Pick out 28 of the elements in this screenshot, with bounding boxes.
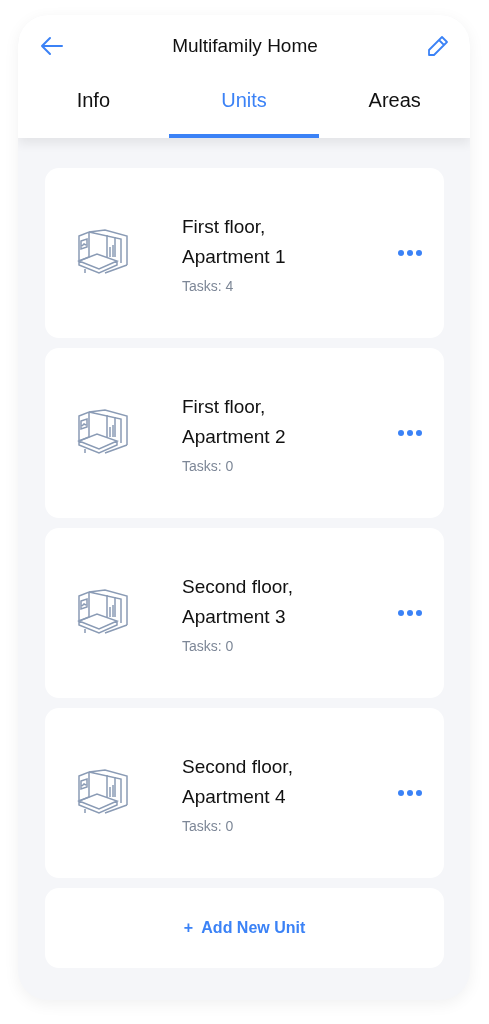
- more-icon: [398, 610, 422, 616]
- task-count: Tasks: 0: [182, 458, 235, 474]
- tab[interactable]: Units: [168, 77, 320, 138]
- unit-name: First floor, Apartment 1: [182, 215, 287, 269]
- unit-card[interactable]: Second floor, Apartment 3 Tasks: 0: [45, 528, 444, 698]
- more-icon: [398, 250, 422, 256]
- more-button[interactable]: [396, 608, 424, 618]
- tab[interactable]: Info: [18, 77, 169, 138]
- task-count: Tasks: 0: [182, 818, 235, 834]
- pencil-icon: [426, 34, 450, 58]
- unit-name: Second floor, Apartment 3: [182, 575, 294, 629]
- more-button[interactable]: [396, 428, 424, 438]
- more-button[interactable]: [396, 248, 424, 258]
- unit-name: Second floor, Apartment 4: [182, 755, 294, 809]
- back-arrow-icon: [40, 36, 64, 56]
- task-count: Tasks: 0: [182, 638, 235, 654]
- unit-card[interactable]: First floor, Apartment 1 Tasks: 4: [45, 168, 444, 338]
- page-title: Multifamily Home: [172, 35, 318, 57]
- task-count: Tasks: 4: [182, 278, 235, 294]
- unit-name: First floor, Apartment 2: [182, 395, 287, 449]
- add-unit-button[interactable]: + Add New Unit: [45, 888, 444, 968]
- tab[interactable]: Areas: [319, 77, 470, 138]
- more-icon: [398, 790, 422, 796]
- unit-card[interactable]: First floor, Apartment 2 Tasks: 0: [45, 348, 444, 518]
- more-button[interactable]: [396, 788, 424, 798]
- more-icon: [398, 430, 422, 436]
- unit-card[interactable]: Second floor, Apartment 4 Tasks: 0: [45, 708, 444, 878]
- back-button[interactable]: [38, 34, 66, 58]
